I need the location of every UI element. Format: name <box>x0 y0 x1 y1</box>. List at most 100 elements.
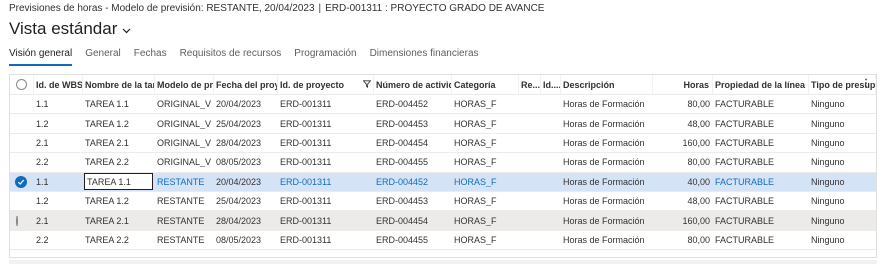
cell-description[interactable]: Horas de Formación <box>561 119 653 129</box>
cell-description[interactable]: Horas de Formación <box>561 177 653 187</box>
cell-project-date[interactable]: 20/04/2023 <box>214 99 278 109</box>
cell-hours[interactable]: 48,00 <box>653 196 713 206</box>
more-options-icon[interactable]: ⋮ <box>861 79 871 89</box>
column-header-hours[interactable]: Horas <box>653 75 713 94</box>
column-header-activity-number[interactable]: Número de actividad <box>374 75 452 94</box>
cell-activity-number[interactable]: ERD-004454 <box>374 138 452 148</box>
cell-hours[interactable]: 160,00 <box>653 138 713 148</box>
column-header-task-name[interactable]: Nombre de la tarea <box>83 75 155 94</box>
cell-wbs[interactable]: 1.2 <box>34 196 83 206</box>
row-select-checkbox[interactable] <box>16 215 18 226</box>
cell-project-date[interactable]: 25/04/2023 <box>214 196 278 206</box>
cell-activity-number[interactable]: ERD-004454 <box>374 216 452 226</box>
column-header-project-id[interactable]: Id. de proyecto <box>278 75 374 94</box>
column-header-wbs[interactable]: Id. de WBS <box>34 75 83 94</box>
cell-activity-number[interactable]: ERD-004455 <box>374 235 452 245</box>
table-row[interactable]: 2.2 TAREA 2.2 ORIGINAL_V 08/05/2023 ERD-… <box>10 153 876 173</box>
cell-forecast-model[interactable]: ORIGINAL_V <box>155 138 214 148</box>
tab-dimensiones-financieras[interactable]: Dimensiones financieras <box>370 48 479 66</box>
cell-project-id[interactable]: ERD-001311 <box>278 99 374 109</box>
cell-hours[interactable]: 80,00 <box>653 235 713 245</box>
cell-description[interactable]: Horas de Formación <box>561 157 653 167</box>
cell-category[interactable]: HORAS_F <box>452 235 519 245</box>
view-title[interactable]: Vista estándar <box>9 19 117 39</box>
column-header-description[interactable]: Descripción <box>561 75 653 94</box>
cell-wbs[interactable]: 2.1 <box>34 138 83 148</box>
cell-description[interactable]: Horas de Formación <box>561 99 653 109</box>
cell-forecast-model[interactable]: ORIGINAL_V <box>155 119 214 129</box>
cell-budget-type[interactable]: Ninguno <box>809 235 876 245</box>
cell-activity-number-link[interactable]: ERD-004452 <box>374 177 452 187</box>
cell-project-id-link[interactable]: ERD-001311 <box>278 177 374 187</box>
cell-task-name[interactable]: TAREA 1.1 <box>83 99 155 109</box>
cell-project-date[interactable]: 28/04/2023 <box>214 138 278 148</box>
cell-project-date[interactable]: 20/04/2023 <box>214 177 278 187</box>
column-header-re[interactable]: Re... <box>519 75 541 94</box>
cell-hours[interactable]: 80,00 <box>653 99 713 109</box>
table-row-hovered[interactable]: 2.1 TAREA 2.1 RESTANTE 28/04/2023 ERD-00… <box>10 211 876 231</box>
cell-category[interactable]: HORAS_F <box>452 138 519 148</box>
cell-forecast-model[interactable]: RESTANTE <box>155 216 214 226</box>
cell-forecast-model[interactable]: ORIGINAL_V <box>155 157 214 167</box>
cell-hours[interactable]: 80,00 <box>653 157 713 167</box>
cell-task-name[interactable]: TAREA 1.1 <box>83 173 155 191</box>
cell-budget-type[interactable]: Ninguno <box>809 99 876 109</box>
cell-description[interactable]: Horas de Formación <box>561 196 653 206</box>
table-row[interactable]: 1.2 TAREA 1.2 ORIGINAL_V 25/04/2023 ERD-… <box>10 114 876 134</box>
cell-budget-type[interactable]: Ninguno <box>809 216 876 226</box>
filter-icon[interactable] <box>363 80 371 88</box>
cell-line-property[interactable]: FACTURABLE <box>713 99 809 109</box>
cell-hours[interactable]: 40,00 <box>653 177 713 187</box>
column-header-id[interactable]: Id.... <box>541 75 561 94</box>
cell-project-id[interactable]: ERD-001311 <box>278 138 374 148</box>
tab-vision-general[interactable]: Visión general <box>9 48 73 66</box>
checkmark-circle-icon[interactable] <box>15 175 27 188</box>
cell-task-name[interactable]: TAREA 1.2 <box>83 119 155 129</box>
row-select-cell[interactable] <box>10 175 34 188</box>
cell-line-property[interactable]: FACTURABLE <box>713 196 809 206</box>
table-row[interactable]: 2.1 TAREA 2.1 ORIGINAL_V 28/04/2023 ERD-… <box>10 134 876 154</box>
cell-task-name[interactable]: TAREA 2.1 <box>83 216 155 226</box>
cell-project-date[interactable]: 08/05/2023 <box>214 157 278 167</box>
task-name-focused-field[interactable]: TAREA 1.1 <box>84 173 153 191</box>
cell-activity-number[interactable]: ERD-004453 <box>374 119 452 129</box>
cell-budget-type[interactable]: Ninguno <box>809 138 876 148</box>
cell-project-date[interactable]: 25/04/2023 <box>214 119 278 129</box>
cell-forecast-model[interactable]: RESTANTE <box>155 196 214 206</box>
cell-task-name[interactable]: TAREA 2.2 <box>83 157 155 167</box>
chevron-down-icon[interactable] <box>122 28 131 34</box>
cell-line-property[interactable]: FACTURABLE <box>713 138 809 148</box>
select-all-checkbox[interactable] <box>16 79 27 90</box>
cell-budget-type[interactable]: Ninguno <box>809 196 876 206</box>
cell-category[interactable]: HORAS_F <box>452 196 519 206</box>
cell-category[interactable]: HORAS_F <box>452 216 519 226</box>
tab-general[interactable]: General <box>85 48 121 66</box>
cell-line-property[interactable]: FACTURABLE <box>713 235 809 245</box>
column-header-project-date[interactable]: Fecha del proye... <box>214 75 278 94</box>
cell-activity-number[interactable]: ERD-004455 <box>374 157 452 167</box>
cell-line-property[interactable]: FACTURABLE <box>713 157 809 167</box>
column-header-forecast-model[interactable]: Modelo de pre... <box>155 75 214 94</box>
cell-category[interactable]: HORAS_F <box>452 99 519 109</box>
cell-hours[interactable]: 160,00 <box>653 216 713 226</box>
table-row[interactable]: 2.2 TAREA 2.2 RESTANTE 08/05/2023 ERD-00… <box>10 231 876 251</box>
view-selector[interactable]: Vista estándar <box>9 19 131 39</box>
column-header-budget-type[interactable]: Tipo de presupue ⋮ <box>809 75 876 94</box>
cell-description[interactable]: Horas de Formación <box>561 216 653 226</box>
horizontal-scrollbar[interactable] <box>9 260 877 264</box>
cell-project-id[interactable]: ERD-001311 <box>278 119 374 129</box>
cell-description[interactable]: Horas de Formación <box>561 235 653 245</box>
cell-hours[interactable]: 48,00 <box>653 119 713 129</box>
cell-category[interactable]: HORAS_F <box>452 157 519 167</box>
table-row[interactable]: 1.1 TAREA 1.1 ORIGINAL_V 20/04/2023 ERD-… <box>10 95 876 115</box>
cell-activity-number[interactable]: ERD-004452 <box>374 99 452 109</box>
cell-project-id[interactable]: ERD-001311 <box>278 157 374 167</box>
cell-budget-type[interactable]: Ninguno <box>809 157 876 167</box>
cell-project-id[interactable]: ERD-001311 <box>278 235 374 245</box>
cell-project-date[interactable]: 08/05/2023 <box>214 235 278 245</box>
column-header-category[interactable]: Categoría <box>452 75 519 94</box>
cell-budget-type[interactable]: Ninguno <box>809 119 876 129</box>
cell-project-id[interactable]: ERD-001311 <box>278 216 374 226</box>
tab-requisitos-recursos[interactable]: Requisitos de recursos <box>180 48 282 66</box>
cell-task-name[interactable]: TAREA 1.2 <box>83 196 155 206</box>
